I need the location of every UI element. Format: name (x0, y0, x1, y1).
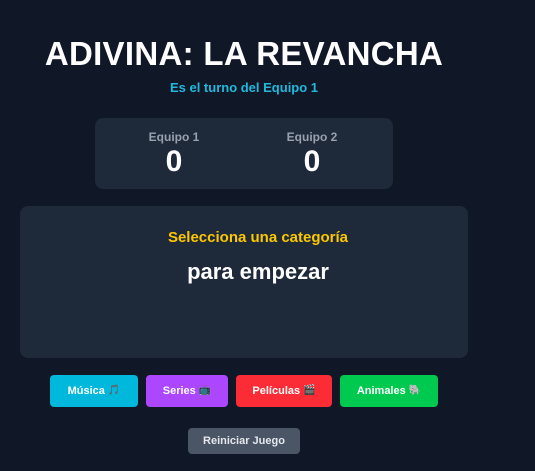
category-animales-button[interactable]: Animales 🐘 (340, 375, 438, 407)
card-category-prompt: Selecciona una categoría (167, 229, 349, 246)
category-musica-button[interactable]: Música 🎵 (50, 375, 138, 407)
game-title: ADIVINA: LA REVANCHA (44, 35, 444, 72)
team-1-score-panel: Equipo 1 0 (114, 130, 234, 179)
team-2-score-panel: Equipo 2 0 (252, 130, 372, 179)
game-page: ADIVINA: LA REVANCHA Es el turno del Equ… (0, 0, 535, 471)
team-2-score: 0 (303, 145, 321, 178)
music-note-icon: 🎵 (107, 385, 121, 396)
category-musica-label: Música (67, 385, 105, 397)
team-2-name: Equipo 2 (286, 130, 338, 144)
tv-icon: 📺 (198, 385, 212, 396)
scoreboard: Equipo 1 0 Equipo 2 0 (95, 118, 393, 189)
category-animales-label: Animales (356, 385, 406, 397)
reset-game-button[interactable]: Reiniciar Juego (188, 428, 300, 454)
category-peliculas-label: Películas (252, 385, 301, 397)
category-series-label: Series (162, 385, 196, 397)
card-word: para empezar (187, 259, 329, 284)
clapper-icon: 🎬 (303, 385, 316, 396)
category-peliculas-button[interactable]: Películas 🎬 (236, 375, 332, 407)
category-series-button[interactable]: Series 📺 (146, 375, 228, 407)
turn-indicator: Es el turno del Equipo 1 (169, 80, 319, 95)
team-1-name: Equipo 1 (148, 130, 200, 144)
team-1-score: 0 (165, 145, 183, 178)
word-card: Selecciona una categoría para empezar (20, 206, 468, 358)
elephant-icon: 🐘 (408, 385, 422, 396)
